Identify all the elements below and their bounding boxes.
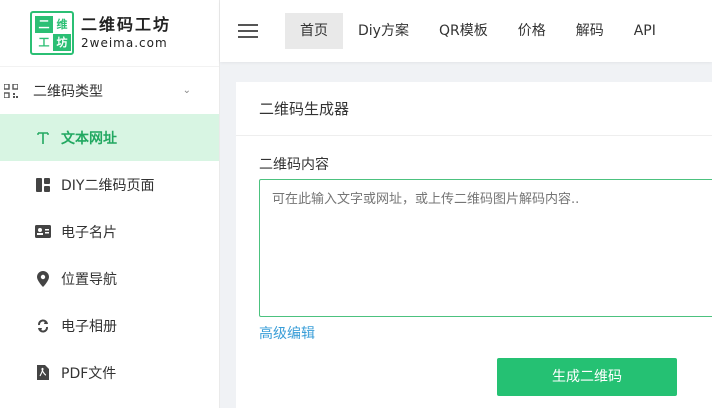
nav-api[interactable]: API — [619, 13, 671, 49]
logo-mark-icon: 二 维 工 坊 — [30, 11, 74, 55]
nav-diy-plan[interactable]: Diy方案 — [343, 13, 424, 49]
sidebar-item-label: 文本网址 — [61, 130, 117, 147]
logo-domain: 2weima.com — [81, 36, 168, 50]
hamburger-menu-icon[interactable] — [238, 24, 258, 38]
advanced-edit-link[interactable]: 高级编辑 — [259, 323, 315, 343]
sidebar-item-label: 电子名片 — [61, 224, 117, 241]
card-title: 二维码生成器 — [236, 82, 712, 136]
nav-qr-templates[interactable]: QR模板 — [424, 13, 503, 49]
sidebar-item-text-url[interactable]: 文本网址 — [0, 114, 219, 161]
sidebar-item-location[interactable]: 位置导航 — [0, 255, 219, 302]
sidebar-item-label: PDF文件 — [61, 365, 117, 382]
location-pin-icon — [35, 270, 51, 287]
menu-group-label: 二维码类型 — [33, 83, 103, 100]
chevron-down-icon[interactable]: ⌄ — [183, 85, 191, 96]
text-t-icon — [35, 130, 51, 146]
qr-grid-icon — [4, 83, 18, 98]
sidebar-item-diy-page[interactable]: DIY二维码页面 — [0, 161, 219, 208]
pdf-file-icon — [35, 365, 51, 381]
album-icon — [35, 318, 51, 334]
top-nav-bar: 首页 Diy方案 QR模板 价格 解码 API — [220, 0, 712, 62]
sidebar-item-label: 位置导航 — [61, 271, 117, 288]
qr-generator-card: 二维码生成器 二维码内容 高级编辑 生成二维码 — [236, 82, 712, 408]
sidebar-item-label: DIY二维码页面 — [61, 177, 155, 194]
qr-content-textarea[interactable] — [259, 179, 712, 317]
menu-group-qr-types[interactable]: 二维码类型 ⌄ — [0, 66, 219, 114]
logo-title: 二维码工坊 — [81, 15, 172, 34]
sidebar-item-pdf[interactable]: PDF文件 — [0, 349, 219, 396]
nav-decode[interactable]: 解码 — [561, 13, 619, 49]
nav-pricing[interactable]: 价格 — [503, 13, 561, 49]
sidebar-item-album[interactable]: 电子相册 — [0, 302, 219, 349]
layout-icon — [35, 177, 51, 193]
sidebar: 二 维 工 坊 二维码工坊 2weima.com 二维码类型 ⌄ 文本网址 DI… — [0, 0, 220, 408]
sidebar-item-business-card[interactable]: 电子名片 — [0, 208, 219, 255]
logo[interactable]: 二 维 工 坊 二维码工坊 2weima.com — [0, 0, 219, 66]
content-field-label: 二维码内容 — [259, 157, 329, 173]
generate-qr-button[interactable]: 生成二维码 — [497, 358, 677, 396]
nav-home[interactable]: 首页 — [285, 13, 343, 49]
sidebar-item-label: 电子相册 — [61, 318, 117, 335]
id-card-icon — [35, 224, 51, 240]
